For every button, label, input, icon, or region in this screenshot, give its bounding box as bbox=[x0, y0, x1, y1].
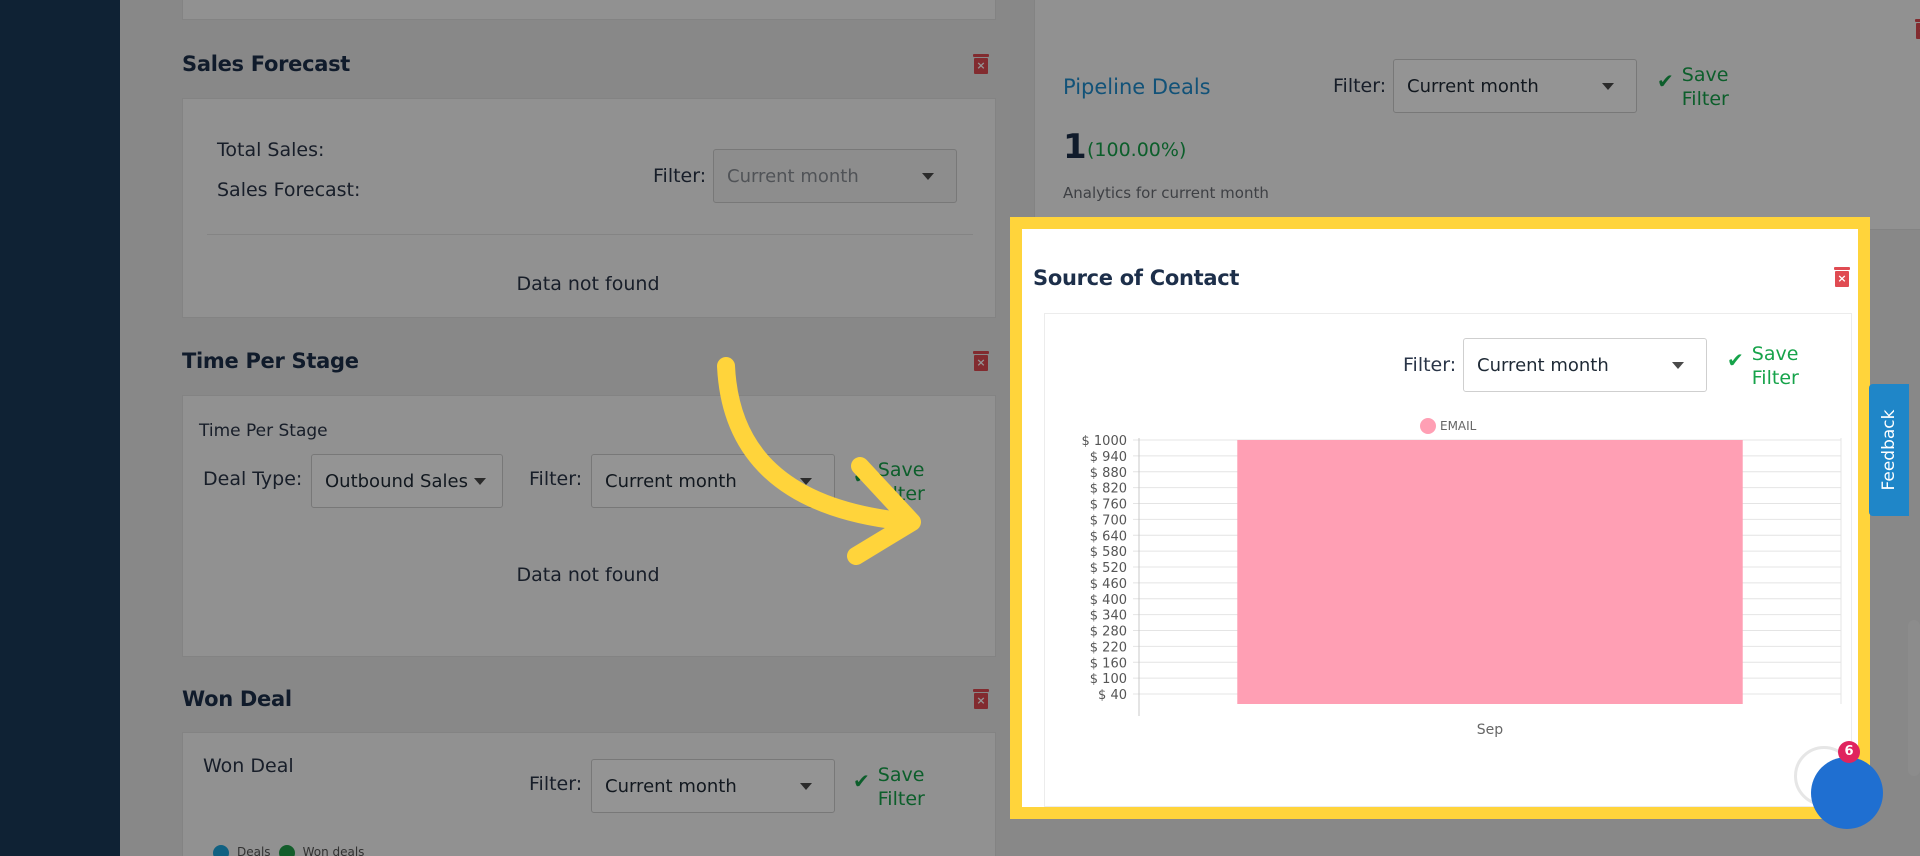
chevron-down-icon bbox=[1672, 362, 1684, 369]
sales-forecast-card: Total Sales: Sales Forecast: Filter: Cur… bbox=[182, 98, 996, 318]
source-of-contact-filter-value: Current month bbox=[1477, 354, 1609, 376]
pipeline-deals-title[interactable]: Pipeline Deals bbox=[1063, 75, 1211, 99]
time-per-stage-empty-text: Data not found bbox=[516, 564, 660, 586]
tutorial-arrow bbox=[717, 357, 921, 565]
y-tick-label: $ 220 bbox=[1090, 640, 1127, 655]
source-of-contact-filter-label: Filter: bbox=[1403, 354, 1457, 376]
y-tick-label: $ 580 bbox=[1090, 545, 1127, 560]
pipeline-deals-delete-icon[interactable]: × bbox=[1915, 19, 1920, 39]
y-tick-label: $ 820 bbox=[1090, 482, 1127, 497]
x-tick-label: Sep bbox=[1477, 722, 1504, 738]
sales-forecast-title: Sales Forecast bbox=[182, 52, 351, 76]
pipeline-deals-save-filter-label: Save Filter bbox=[1681, 64, 1729, 110]
deal-type-value: Outbound Sales bbox=[325, 470, 468, 492]
pipeline-deals-filter-label: Filter: bbox=[1333, 75, 1387, 97]
sales-forecast-filter-value: Current month bbox=[727, 165, 859, 187]
chevron-down-icon bbox=[800, 783, 812, 790]
won-deal-title: Won Deal bbox=[182, 687, 292, 711]
chat-widget-icon[interactable] bbox=[1811, 757, 1883, 829]
check-icon: ✔ bbox=[1657, 69, 1674, 93]
source-of-contact-save-filter-button[interactable]: ✔ Save Filter bbox=[1727, 342, 1799, 390]
legend-email-label: EMAIL bbox=[1440, 419, 1477, 433]
deal-type-label: Deal Type: bbox=[203, 468, 303, 490]
y-tick-label: $ 100 bbox=[1090, 672, 1127, 687]
source-of-contact-delete-icon[interactable]: × bbox=[1834, 267, 1850, 287]
y-tick-label: $ 400 bbox=[1090, 593, 1127, 608]
feedback-tab[interactable]: Feedback bbox=[1869, 384, 1909, 516]
pipeline-deals-percent: (100.00%) bbox=[1087, 139, 1187, 161]
time-per-stage-delete-icon[interactable]: × bbox=[973, 351, 989, 371]
won-deal-save-filter-label: Save Filter bbox=[877, 764, 925, 810]
left-sidebar bbox=[0, 0, 120, 856]
time-per-stage-title: Time Per Stage bbox=[182, 349, 359, 373]
chevron-down-icon bbox=[922, 173, 934, 180]
previous-card-bottom bbox=[182, 0, 996, 20]
page-scrollbar[interactable] bbox=[1908, 620, 1920, 776]
y-tick-label: $ 640 bbox=[1090, 529, 1127, 544]
pipeline-deals-count: 1 bbox=[1063, 127, 1087, 167]
y-tick-label: $ 520 bbox=[1090, 561, 1127, 576]
check-icon: ✔ bbox=[1727, 348, 1744, 372]
pipeline-deals-card: × Pipeline Deals Filter: Current month ✔… bbox=[1034, 0, 1920, 230]
source-of-contact-chart-card: Filter: Current month ✔ Save Filter EMAI… bbox=[1044, 313, 1852, 807]
feedback-tab-label: Feedback bbox=[1879, 409, 1899, 491]
won-deal-save-filter-button[interactable]: ✔ Save Filter bbox=[853, 763, 925, 811]
pipeline-deals-caption: Analytics for current month bbox=[1063, 184, 1269, 202]
sales-forecast-delete-icon[interactable]: × bbox=[973, 54, 989, 74]
y-tick-label: $ 940 bbox=[1090, 450, 1127, 465]
y-tick-label: $ 280 bbox=[1090, 625, 1127, 640]
y-tick-label: $ 880 bbox=[1090, 466, 1127, 481]
source-of-contact-save-filter-label: Save Filter bbox=[1751, 343, 1799, 389]
deal-type-select[interactable]: Outbound Sales bbox=[311, 454, 503, 508]
legend-won-deals-swatch bbox=[278, 845, 295, 856]
source-of-contact-card: Source of Contact × Filter: Current mont… bbox=[1022, 229, 1858, 807]
y-tick-label: $ 700 bbox=[1090, 513, 1127, 528]
y-tick-label: $ 460 bbox=[1090, 577, 1127, 592]
chevron-down-icon bbox=[474, 478, 486, 485]
pipeline-deals-filter-select[interactable]: Current month bbox=[1393, 59, 1637, 113]
legend-deals-label: Deals bbox=[237, 845, 271, 856]
time-per-stage-filter-label: Filter: bbox=[529, 468, 583, 490]
source-of-contact-highlight-frame: Source of Contact × Filter: Current mont… bbox=[1010, 217, 1870, 819]
y-tick-label: $ 340 bbox=[1090, 609, 1127, 624]
won-deal-filter-value: Current month bbox=[605, 775, 737, 797]
sales-forecast-divider bbox=[207, 234, 973, 235]
won-deal-filter-label: Filter: bbox=[529, 773, 583, 795]
chat-unread-badge: 6 bbox=[1838, 741, 1860, 763]
bar-email-sep bbox=[1237, 440, 1743, 704]
source-of-contact-title: Source of Contact bbox=[1033, 266, 1240, 290]
y-tick-label: $ 760 bbox=[1090, 498, 1127, 513]
won-deal-card: Won Deal Filter: Current month ✔ Save Fi… bbox=[182, 732, 996, 856]
y-tick-label: $ 1000 bbox=[1082, 434, 1128, 449]
won-deal-delete-icon[interactable]: × bbox=[973, 689, 989, 709]
sales-forecast-filter-select[interactable]: Current month bbox=[713, 149, 957, 203]
legend-won-deals-label: Won deals bbox=[302, 845, 365, 856]
legend-email-swatch bbox=[1420, 418, 1436, 434]
total-sales-label: Total Sales: bbox=[217, 139, 325, 161]
source-of-contact-filter-select[interactable]: Current month bbox=[1463, 338, 1707, 392]
y-tick-label: $ 160 bbox=[1090, 656, 1127, 671]
source-of-contact-bar-chart: EMAIL $ 1000$ 940$ 880$ 820$ 760$ 700$ 64… bbox=[1082, 418, 1842, 738]
time-per-stage-subtitle: Time Per Stage bbox=[199, 421, 328, 441]
chevron-down-icon bbox=[1602, 83, 1614, 90]
pipeline-deals-save-filter-button[interactable]: ✔ Save Filter bbox=[1657, 63, 1729, 111]
sales-forecast-label: Sales Forecast: bbox=[217, 179, 361, 201]
legend-deals-swatch bbox=[213, 845, 229, 856]
pipeline-deals-filter-value: Current month bbox=[1407, 75, 1539, 97]
check-icon: ✔ bbox=[853, 769, 870, 793]
sales-forecast-empty-text: Data not found bbox=[516, 273, 660, 295]
won-deal-legend: Deals Won deals bbox=[213, 845, 364, 856]
won-deal-filter-select[interactable]: Current month bbox=[591, 759, 835, 813]
sales-forecast-filter-label: Filter: bbox=[653, 165, 707, 187]
y-tick-label: $ 40 bbox=[1098, 688, 1127, 703]
won-deal-subtitle: Won Deal bbox=[203, 755, 294, 777]
